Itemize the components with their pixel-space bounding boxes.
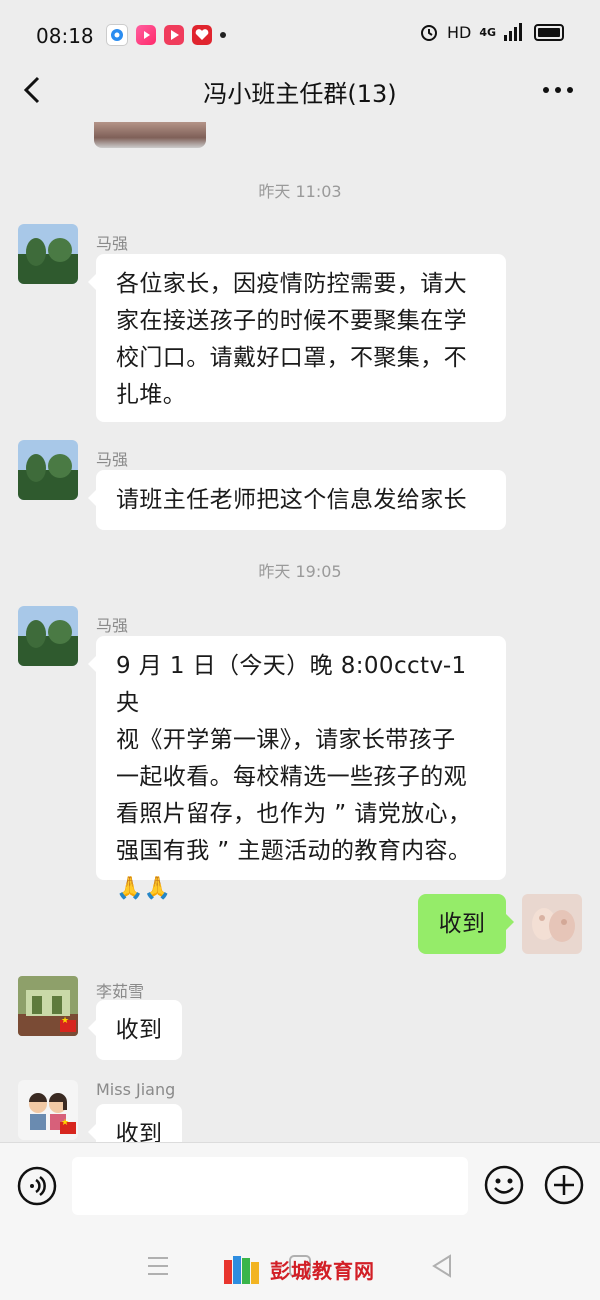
avatar[interactable] — [18, 224, 78, 284]
sender-name: Miss Jiang — [96, 1080, 176, 1099]
message-line: 强国有我 ” 主题活动的教育内容。 — [116, 838, 472, 864]
alarm-icon — [420, 25, 437, 41]
message-input[interactable] — [72, 1157, 468, 1215]
message-line: 一起收看。每校精选一些孩子的观 — [116, 764, 467, 790]
avatar[interactable] — [522, 894, 582, 954]
message-text: 收到 — [115, 1017, 163, 1043]
menu-icon — [148, 1257, 168, 1275]
message-bubble[interactable]: 收到 — [88, 1000, 182, 1060]
sender-name: 李茹雪 — [96, 982, 145, 1001]
message-line: 请班主任老师把这个信息发给家长 — [116, 487, 467, 513]
message-line: 家在接送孩子的时候不要聚集在学 — [116, 308, 467, 334]
image-message-partial[interactable] — [94, 122, 206, 148]
message-line: 视《开学第一课》，请家长带孩子 — [116, 727, 456, 753]
hd-label: HD — [446, 22, 472, 42]
signal-icon — [504, 23, 522, 41]
emoji-button[interactable] — [482, 1163, 526, 1207]
status-app-icons — [106, 24, 226, 46]
sender-name: 马强 — [96, 616, 129, 635]
back-nav-button[interactable] — [422, 1246, 462, 1286]
message-line: 9 月 1 日（今天）晚 8:00cctv-1 央 — [116, 653, 467, 716]
books-logo-icon — [224, 1256, 259, 1284]
status-indicators: HD 4G — [419, 22, 564, 42]
menu-nav-button[interactable] — [138, 1246, 178, 1286]
message-text: 收到 — [115, 1121, 163, 1142]
timestamp: 昨天 11:03 — [258, 182, 342, 201]
message-line: 看照片留存，也作为 ” 请党放心， — [116, 801, 472, 827]
watermark-text: 彭城教育网 — [270, 1258, 375, 1283]
chat-title: 冯小班主任群(13) — [203, 80, 397, 108]
message-line: 各位家长，因疫情防控需要，请大 — [116, 271, 467, 297]
wechat-app-icon — [106, 24, 128, 46]
network-label: 4G — [479, 25, 496, 39]
chat-header: 冯小班主任群(13) — [0, 60, 600, 122]
video-app-icon — [136, 25, 156, 45]
notification-dot — [220, 32, 226, 38]
plus-icon — [544, 1165, 584, 1205]
avatar[interactable] — [18, 440, 78, 500]
voice-button[interactable] — [16, 1165, 58, 1207]
input-bar — [0, 1142, 600, 1233]
status-time: 08:18 — [36, 24, 94, 48]
message-bubble[interactable]: 9 月 1 日（今天）晚 8:00cctv-1 央 视《开学第一课》，请家长带孩… — [88, 636, 506, 901]
message-line: 校门口。请戴好口罩，不聚集，不 — [116, 345, 467, 371]
sender-name: 马强 — [96, 450, 129, 469]
message-text: 收到 — [438, 911, 486, 937]
chat-messages[interactable]: 昨天 11:03 马强 各位家长，因疫情防控需要，请大 家在接送孩子的时候不要聚… — [0, 122, 600, 1142]
china-flag-icon — [60, 1118, 76, 1134]
system-nav-bar: 彭城教育网 — [0, 1232, 600, 1300]
triangle-back-icon — [432, 1254, 451, 1278]
avatar[interactable] — [18, 606, 78, 666]
voice-icon — [17, 1166, 57, 1206]
more-button[interactable] — [538, 72, 578, 108]
message-bubble[interactable]: 各位家长，因疫情防控需要，请大 家在接送孩子的时候不要聚集在学 校门口。请戴好口… — [88, 254, 506, 422]
sender-name: 马强 — [96, 234, 129, 253]
plus-button[interactable] — [542, 1163, 586, 1207]
watermark: 彭城教育网 — [222, 1252, 375, 1286]
heart-app-icon — [192, 25, 212, 45]
play-app-icon — [164, 25, 184, 45]
more-icon — [543, 87, 573, 93]
emoji-icon — [484, 1165, 524, 1205]
battery-icon — [534, 23, 564, 41]
timestamp: 昨天 19:05 — [258, 562, 342, 581]
message-bubble[interactable]: 收到 — [418, 894, 514, 954]
message-bubble[interactable]: 收到 — [88, 1104, 182, 1142]
message-line: 扎堆。 — [116, 382, 187, 408]
message-bubble[interactable]: 请班主任老师把这个信息发给家长 — [88, 470, 506, 530]
china-flag-icon — [60, 1016, 76, 1032]
